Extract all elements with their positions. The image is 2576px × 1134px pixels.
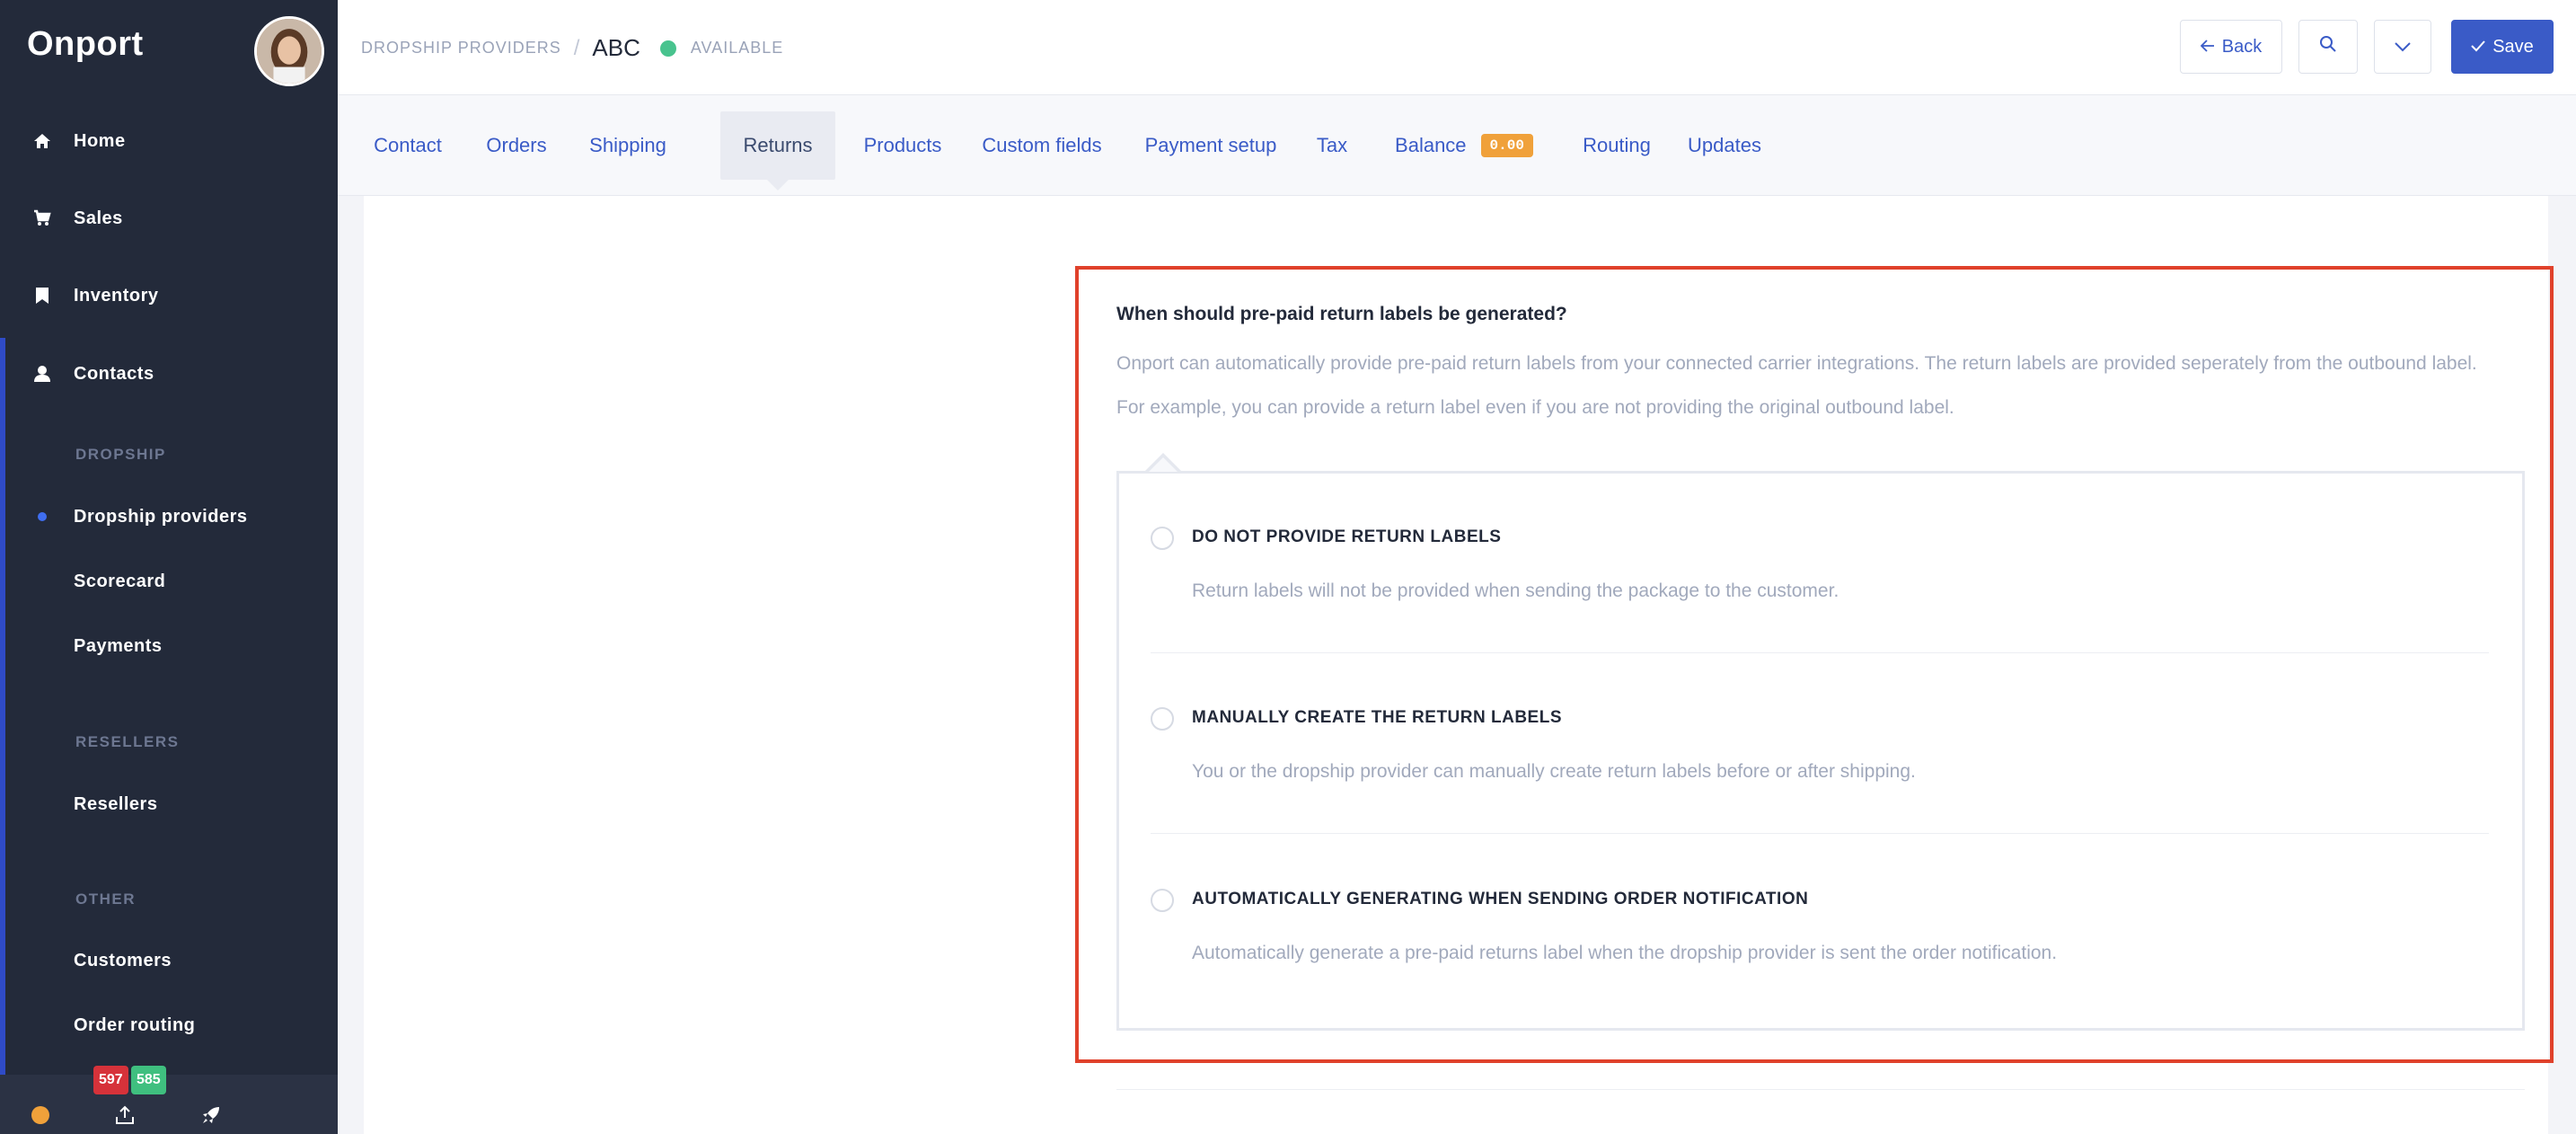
option-divider [1151,833,2489,834]
tab-label: Routing [1583,134,1651,156]
tab-payment-setup[interactable]: Payment setup [1132,111,1290,180]
sidebar-item-inventory[interactable]: Inventory [0,269,338,323]
status-dot-icon [659,40,676,57]
back-button[interactable]: Back [2180,20,2282,74]
tab-label: Contact [374,134,442,156]
tab-label: Products [863,134,942,156]
more-actions-button[interactable] [2374,20,2431,74]
option-divider [1151,652,2489,653]
option-title-automatically-generate[interactable]: AUTOMATICALLY GENERATING WHEN SENDING OR… [1192,890,1808,909]
sidebar-item-label: Scorecard [74,571,166,591]
sidebar-item-label: Dropship providers [74,506,248,527]
option-description-do-not-provide: Return labels will not be provided when … [1192,580,1839,601]
sidebar-section-other: OTHER [75,890,136,908]
tab-label: Balance [1395,134,1467,156]
sidebar-item-contacts[interactable]: Contacts [0,347,338,401]
home-icon [32,131,52,151]
bookmark-icon [32,286,52,306]
arrow-left-icon [2200,37,2215,58]
tab-updates[interactable]: Updates [1680,111,1769,180]
sidebar-item-label: Payments [74,635,163,656]
tab-contact[interactable]: Contact [361,111,454,180]
sidebar-item-payments[interactable]: Payments [0,619,338,673]
option-title-manually-create[interactable]: MANUALLY CREATE THE RETURN LABELS [1192,708,1562,728]
balance-badge: 0.00 [1480,134,1533,157]
tab-label: Orders [486,134,547,156]
tab-custom-fields[interactable]: Custom fields [970,111,1114,180]
panel-pointer-inner [1149,457,1178,472]
app-logo[interactable]: Onport [27,25,144,64]
radio-do-not-provide[interactable] [1151,527,1174,550]
status-badge: AVAILABLE [690,39,784,57]
sidebar: Onport Home Sales Inventory Contacts DRO… [0,0,338,1134]
sidebar-item-label: Contacts [74,363,154,384]
tab-label: Updates [1688,134,1761,156]
search-button[interactable] [2298,20,2358,74]
avatar[interactable] [254,16,324,86]
sidebar-item-scorecard[interactable]: Scorecard [0,554,338,608]
tab-label: Tax [1316,134,1348,156]
sidebar-item-label: Inventory [74,285,159,306]
sidebar-item-customers[interactable]: Customers [0,934,338,988]
tab-tax[interactable]: Tax [1308,111,1356,180]
sidebar-item-dropship-providers[interactable]: Dropship providers [0,490,338,544]
tab-label: Custom fields [982,134,1102,156]
radio-manually-create[interactable] [1151,707,1174,731]
sidebar-item-label: Customers [74,950,172,970]
user-icon [32,364,52,384]
option-description-manually-create: You or the dropship provider can manuall… [1192,761,1916,782]
sidebar-item-label: Resellers [74,793,158,814]
sidebar-item-label: Sales [74,208,123,228]
sidebar-item-resellers[interactable]: Resellers [0,777,338,831]
upload-icon[interactable] [113,1103,137,1127]
tab-routing[interactable]: Routing [1572,111,1662,180]
tab-products[interactable]: Products [853,111,952,180]
option-description-automatically-generate: Automatically generate a pre-paid return… [1192,943,2058,963]
search-icon [2318,34,2338,59]
save-button[interactable]: Save [2451,20,2554,74]
rocket-icon[interactable] [199,1103,223,1127]
active-bullet-icon [38,512,47,521]
returns-description-line-2: For example, you can provide a return la… [1116,397,1954,418]
tab-bar: Contact Orders Shipping Returns Products… [338,95,2576,196]
page-header: DROPSHIP PROVIDERS / ABC AVAILABLE Back … [338,0,2576,95]
returns-question-heading: When should pre-paid return labels be ge… [1116,304,1567,324]
tab-label: Shipping [589,134,666,156]
sidebar-item-label: Order routing [74,1014,196,1035]
page-title: ABC [592,34,640,61]
cart-icon [32,208,52,228]
check-icon [2471,37,2485,58]
sidebar-item-order-routing[interactable]: Order routing [0,998,338,1052]
breadcrumb-separator: / [573,35,580,60]
sidebar-section-dropship: DROPSHIP [75,446,166,463]
status-dot-icon[interactable] [29,1103,52,1127]
tab-orders[interactable]: Orders [472,111,560,180]
chevron-down-icon [2394,37,2412,58]
breadcrumb-parent-link[interactable]: DROPSHIP PROVIDERS [361,39,561,58]
sidebar-item-home[interactable]: Home [0,114,338,168]
option-title-do-not-provide[interactable]: DO NOT PROVIDE RETURN LABELS [1192,527,1501,547]
tab-label: Returns [743,134,813,156]
section-divider [1116,1089,2525,1090]
tab-shipping[interactable]: Shipping [578,111,677,180]
tab-balance[interactable]: Balance 0.00 [1374,111,1554,180]
avatar-image [257,19,322,84]
save-button-label: Save [2492,36,2534,57]
success-count-badge[interactable]: 585 [131,1066,166,1094]
breadcrumb: DROPSHIP PROVIDERS / ABC AVAILABLE [361,34,783,62]
returns-description-line-1: Onport can automatically provide pre-pai… [1116,353,2477,374]
tab-returns[interactable]: Returns [720,111,835,190]
back-button-label: Back [2221,36,2263,57]
radio-automatically-generate[interactable] [1151,889,1174,912]
sidebar-item-label: Home [74,130,126,151]
error-count-badge[interactable]: 597 [93,1066,128,1094]
sidebar-section-resellers: RESELLERS [75,733,180,750]
sidebar-item-sales[interactable]: Sales [0,191,338,245]
tab-label: Payment setup [1144,134,1277,156]
